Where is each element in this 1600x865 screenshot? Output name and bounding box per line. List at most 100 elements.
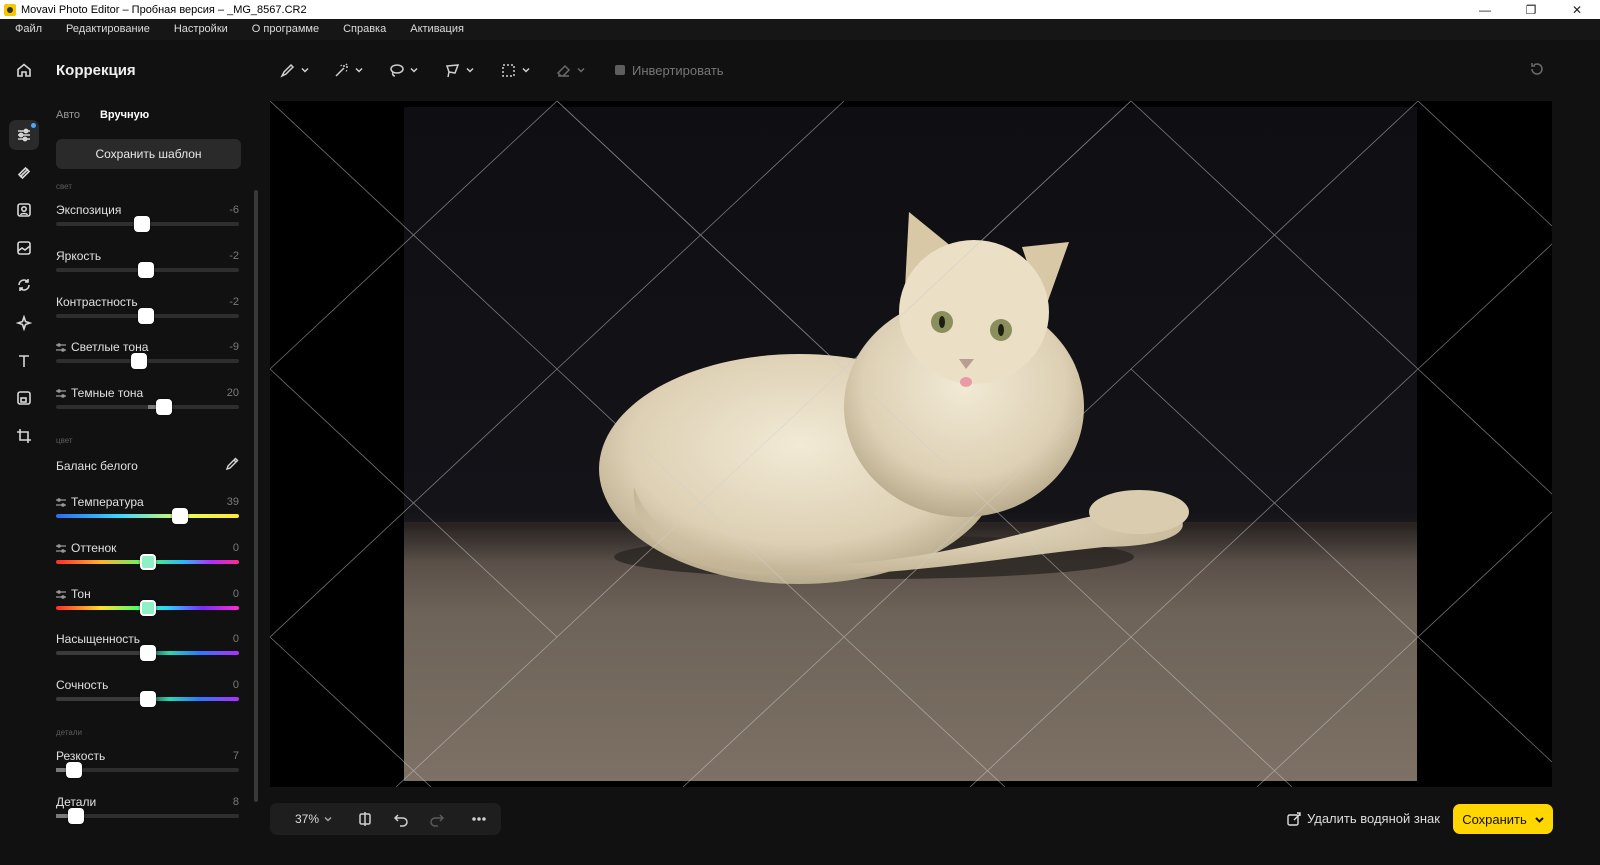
slider-label: Тон: [56, 587, 91, 601]
slider-track[interactable]: [56, 554, 239, 570]
slider-sharpness[interactable]: Резкость 7: [56, 749, 239, 785]
tab-auto[interactable]: Авто: [56, 109, 80, 121]
slider-temperature[interactable]: Температура 39: [56, 495, 239, 531]
slider-brightness[interactable]: Яркость -2: [56, 249, 239, 285]
slider-value: 0: [232, 542, 239, 554]
tab-manual[interactable]: Вручную: [100, 109, 149, 121]
slider-track[interactable]: [56, 353, 239, 369]
slider-thumb[interactable]: [139, 600, 156, 616]
rect-select-icon: [502, 63, 515, 77]
rail-retouch[interactable]: [9, 158, 39, 188]
chevron-down-icon: [577, 67, 585, 73]
adjust-icon: [56, 342, 66, 352]
slider-saturation[interactable]: Насыщенность 0: [56, 632, 239, 668]
menu-help[interactable]: Справка: [331, 19, 398, 40]
slider-track[interactable]: [56, 645, 239, 661]
rail-correction[interactable]: [9, 120, 39, 150]
correction-panel: Коррекция Авто Вручную Сохранить шаблон …: [48, 40, 262, 865]
home-button[interactable]: [9, 55, 39, 85]
slider-hue[interactable]: Тон 0: [56, 587, 239, 623]
slider-thumb[interactable]: [66, 762, 83, 778]
rail-effects[interactable]: [9, 308, 39, 338]
reset-button[interactable]: [1529, 61, 1545, 77]
portrait-icon: [17, 203, 31, 217]
slider-track[interactable]: [56, 399, 239, 415]
rail-text[interactable]: [9, 346, 39, 376]
redo-button[interactable]: [429, 811, 445, 827]
slider-thumb[interactable]: [172, 508, 189, 524]
chevron-down-icon: [410, 67, 418, 73]
slider-vibrance[interactable]: Сочность 0: [56, 678, 239, 714]
slider-thumb[interactable]: [139, 645, 156, 661]
compare-button[interactable]: [357, 811, 373, 827]
slider-thumb[interactable]: [68, 808, 85, 824]
zoom-dropdown[interactable]: 37%: [295, 812, 332, 826]
menu-file[interactable]: Файл: [0, 19, 54, 40]
slider-track[interactable]: [56, 691, 239, 707]
eraser-tool-button[interactable]: [556, 60, 585, 80]
close-button[interactable]: ✕: [1554, 0, 1600, 19]
rail-portrait[interactable]: [9, 195, 39, 225]
slider-thumb[interactable]: [134, 216, 150, 232]
magic-brush-tool-button[interactable]: [334, 60, 363, 80]
slider-label: Темные тона: [56, 386, 143, 400]
slider-track[interactable]: [56, 600, 239, 616]
minimize-button[interactable]: —: [1462, 0, 1508, 19]
adjust-icon: [56, 589, 66, 599]
rail-frames[interactable]: [9, 383, 39, 413]
rail-background[interactable]: [9, 233, 39, 263]
image-canvas[interactable]: [270, 101, 1552, 787]
slider-value: 0: [232, 588, 239, 600]
reset-icon: [1531, 63, 1543, 75]
slider-contrast[interactable]: Контрастность -2: [56, 295, 239, 331]
slider-track[interactable]: [56, 216, 239, 232]
slider-label: Яркость: [56, 249, 102, 263]
eyedropper-button[interactable]: [225, 457, 239, 471]
slider-thumb[interactable]: [137, 308, 154, 324]
slider-thumb[interactable]: [139, 554, 156, 570]
undo-button[interactable]: [393, 811, 409, 827]
menu-edit[interactable]: Редактирование: [54, 19, 162, 40]
slider-thumb[interactable]: [137, 262, 154, 278]
menu-settings[interactable]: Настройки: [162, 19, 240, 40]
redo-icon: [430, 814, 445, 827]
section-details-label: детали: [56, 728, 83, 737]
slider-tint[interactable]: Оттенок 0: [56, 541, 239, 577]
slider-label: Светлые тона: [56, 340, 148, 354]
menu-about[interactable]: О программе: [240, 19, 331, 40]
window-title: Movavi Photo Editor – Пробная версия – _…: [21, 3, 307, 16]
restore-button[interactable]: ❐: [1508, 0, 1554, 19]
app-logo-icon: [4, 3, 16, 16]
chevron-down-icon: [466, 67, 474, 73]
zoom-controls: 37%: [270, 803, 501, 835]
slider-track[interactable]: [56, 308, 239, 324]
menu-activation[interactable]: Активация: [398, 19, 476, 40]
polygon-lasso-tool-button[interactable]: [445, 60, 474, 80]
chevron-down-icon: [324, 817, 332, 822]
slider-thumb[interactable]: [155, 399, 172, 415]
slider-shadows[interactable]: Темные тона 20: [56, 386, 239, 422]
slider-track[interactable]: [56, 762, 239, 778]
lasso-tool-button[interactable]: [389, 60, 418, 80]
more-button[interactable]: [471, 811, 487, 827]
slider-track[interactable]: [56, 808, 239, 824]
active-dot: [31, 123, 36, 128]
slider-thumb[interactable]: [131, 353, 148, 369]
slider-thumb[interactable]: [139, 691, 156, 707]
rect-select-tool-button[interactable]: [501, 60, 530, 80]
brush-tool-button[interactable]: [280, 60, 309, 80]
rail-restore[interactable]: [9, 270, 39, 300]
slider-value: -2: [229, 296, 239, 308]
slider-track[interactable]: [56, 262, 239, 278]
save-button[interactable]: Сохранить: [1453, 804, 1553, 834]
slider-details[interactable]: Детали 8: [56, 795, 239, 831]
slider-highlights[interactable]: Светлые тона -9: [56, 340, 239, 376]
save-template-button[interactable]: Сохранить шаблон: [56, 139, 241, 169]
rail-crop[interactable]: [9, 421, 39, 451]
panel-scrollbar[interactable]: [254, 190, 258, 802]
invert-button[interactable]: Инвертировать: [614, 60, 724, 80]
slider-track[interactable]: [56, 508, 239, 524]
slider-exposure[interactable]: Экспозиция -6: [56, 203, 239, 239]
remove-watermark-button[interactable]: Удалить водяной знак: [1287, 811, 1440, 826]
menu-bar: Файл Редактирование Настройки О программ…: [0, 19, 1600, 40]
